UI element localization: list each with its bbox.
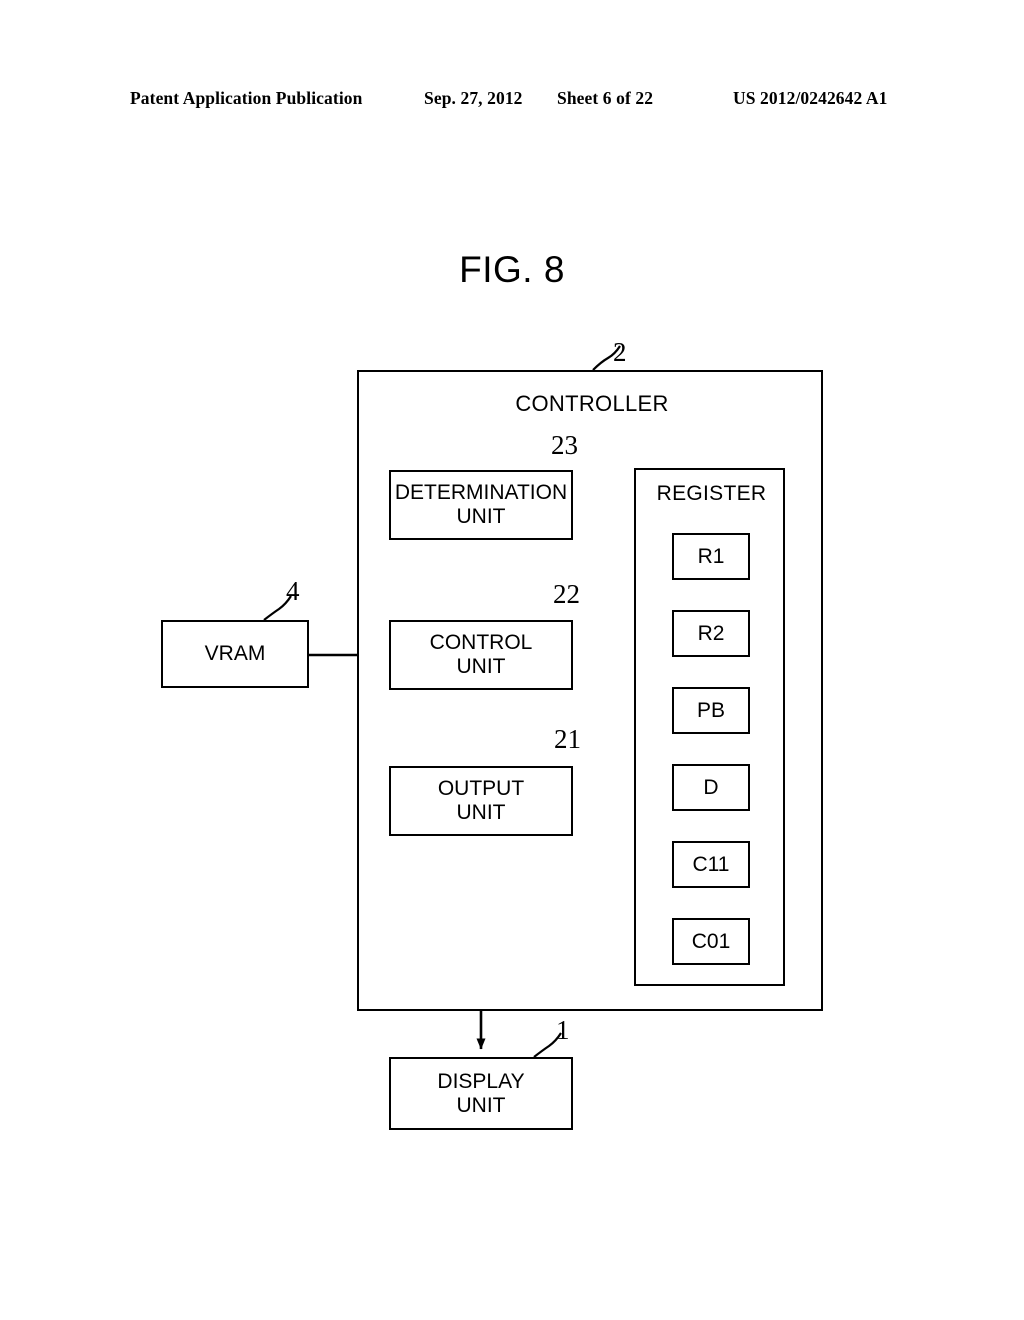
control-unit-block: CONTROL UNIT: [389, 620, 573, 690]
register-cell-pb: PB: [672, 687, 750, 734]
display-unit-label-line1: DISPLAY: [437, 1069, 525, 1093]
register-cell-c11: C11: [672, 841, 750, 888]
header-publication-type: Patent Application Publication: [130, 88, 363, 108]
reference-numeral-determination-unit: 23: [551, 430, 578, 460]
header-date: Sep. 27, 2012: [424, 88, 523, 108]
determination-unit-label-line1: DETERMINATION: [394, 481, 568, 505]
register-label: REGISTER: [656, 482, 767, 505]
output-unit-label-line2: UNIT: [456, 801, 506, 824]
publication-header: Patent Application Publication Sep. 27, …: [0, 88, 1024, 112]
header-sheet-number: Sheet 6 of 22: [557, 88, 654, 108]
output-unit-block: OUTPUT UNIT: [389, 766, 573, 836]
vram-label: VRAM: [204, 642, 266, 666]
display-unit-label-line2: UNIT: [456, 1093, 506, 1117]
header-patent-number: US 2012/0242642 A1: [733, 88, 888, 108]
controller-label: CONTROLLER: [515, 391, 669, 416]
vram-block: VRAM: [161, 620, 309, 688]
register-block: REGISTER R1 R2 PB D C11 C01: [634, 468, 785, 986]
register-cell-r2: R2: [672, 610, 750, 657]
determination-unit-label-line2: UNIT: [456, 505, 506, 528]
display-unit-block: DISPLAY UNIT: [389, 1057, 573, 1130]
control-unit-label-line2: UNIT: [456, 655, 506, 678]
figure-title: FIG. 8: [459, 249, 565, 290]
register-cell-r1: R1: [672, 533, 750, 580]
output-unit-label-line1: OUTPUT: [437, 777, 525, 801]
reference-numeral-output-unit: 21: [554, 724, 581, 754]
reference-numeral-controller: 2: [613, 337, 627, 367]
reference-numeral-display-unit: 1: [556, 1015, 570, 1045]
control-unit-label-line1: CONTROL: [429, 631, 533, 655]
reference-numeral-control-unit: 22: [553, 579, 580, 609]
reference-numeral-vram: 4: [286, 576, 300, 606]
register-cell-c01: C01: [672, 918, 750, 965]
determination-unit-block: DETERMINATION UNIT: [389, 470, 573, 540]
register-cell-d: D: [672, 764, 750, 811]
